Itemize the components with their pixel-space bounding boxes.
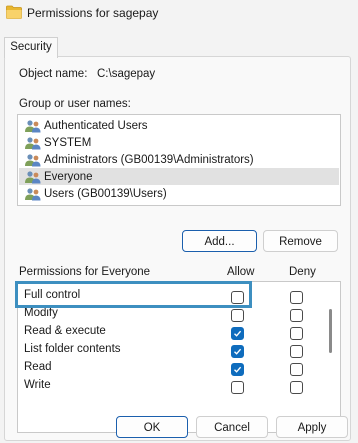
perm-row-list-folder-contents: List folder contents (18, 342, 318, 360)
user-item-everyone[interactable]: Everyone (19, 168, 339, 185)
tab-security[interactable]: Security (4, 37, 58, 58)
group-user-list[interactable]: Authenticated Users SYSTEM Administrator… (17, 114, 341, 206)
deny-column-header: Deny (289, 266, 316, 278)
deny-checkbox-list-folder-contents[interactable] (290, 345, 303, 358)
ok-button[interactable]: OK (116, 416, 188, 438)
scrollbar-thumb[interactable] (329, 309, 332, 353)
object-name-value: C:\sagepay (97, 68, 156, 80)
users-group-icon (25, 136, 41, 149)
checkmark-icon (234, 348, 242, 355)
perm-row-modify: Modify (18, 306, 318, 324)
deny-checkbox-read-execute[interactable] (290, 327, 303, 340)
permissions-scrollbar[interactable] (324, 282, 338, 432)
users-group-icon (25, 119, 41, 132)
perm-row-write: Write (18, 378, 318, 396)
deny-checkbox-write[interactable] (290, 381, 303, 394)
allow-checkbox-read-execute[interactable] (231, 327, 244, 340)
allow-column-header: Allow (227, 266, 255, 278)
allow-checkbox-modify[interactable] (231, 309, 244, 322)
user-item-system[interactable]: SYSTEM (19, 134, 339, 151)
folder-icon (6, 5, 22, 19)
users-group-icon (25, 187, 41, 200)
perm-name: Read & execute (24, 325, 106, 337)
user-label: SYSTEM (44, 136, 92, 149)
perm-name: Write (24, 379, 51, 391)
checkmark-icon (234, 330, 242, 337)
allow-checkbox-list-folder-contents[interactable] (231, 345, 244, 358)
users-group-icon (25, 170, 41, 183)
deny-checkbox-read[interactable] (290, 363, 303, 376)
add-button[interactable]: Add... (182, 230, 257, 252)
security-panel: Object name: C:\sagepay Group or user na… (4, 56, 351, 441)
perm-name: Modify (24, 307, 58, 319)
user-item-users[interactable]: Users (GB00139\Users) (19, 185, 339, 202)
perm-row-read-execute: Read & execute (18, 324, 318, 342)
title-bar: Permissions for sagepay (0, 0, 358, 28)
group-list-label: Group or user names: (19, 98, 131, 110)
user-label: Authenticated Users (44, 119, 148, 132)
perm-row-read: Read (18, 360, 318, 378)
users-group-icon (25, 153, 41, 166)
deny-checkbox-full-control[interactable] (290, 291, 303, 304)
full-control-highlight (15, 281, 252, 308)
object-name-label: Object name: (19, 68, 88, 80)
perm-name: List folder contents (24, 343, 121, 355)
remove-button[interactable]: Remove (263, 230, 338, 252)
perm-name: Read (24, 361, 52, 373)
user-label: Users (GB00139\Users) (44, 187, 167, 200)
allow-checkbox-read[interactable] (231, 363, 244, 376)
permissions-header: Permissions for Everyone (19, 266, 151, 278)
window-title: Permissions for sagepay (27, 6, 159, 20)
apply-button[interactable]: Apply (276, 416, 348, 438)
deny-checkbox-modify[interactable] (290, 309, 303, 322)
user-item-authenticated-users[interactable]: Authenticated Users (19, 117, 339, 134)
checkmark-icon (234, 366, 242, 373)
cancel-button[interactable]: Cancel (196, 416, 268, 438)
user-label: Administrators (GB00139\Administrators) (44, 153, 254, 166)
user-item-administrators[interactable]: Administrators (GB00139\Administrators) (19, 151, 339, 168)
user-label: Everyone (44, 170, 93, 183)
allow-checkbox-write[interactable] (231, 381, 244, 394)
